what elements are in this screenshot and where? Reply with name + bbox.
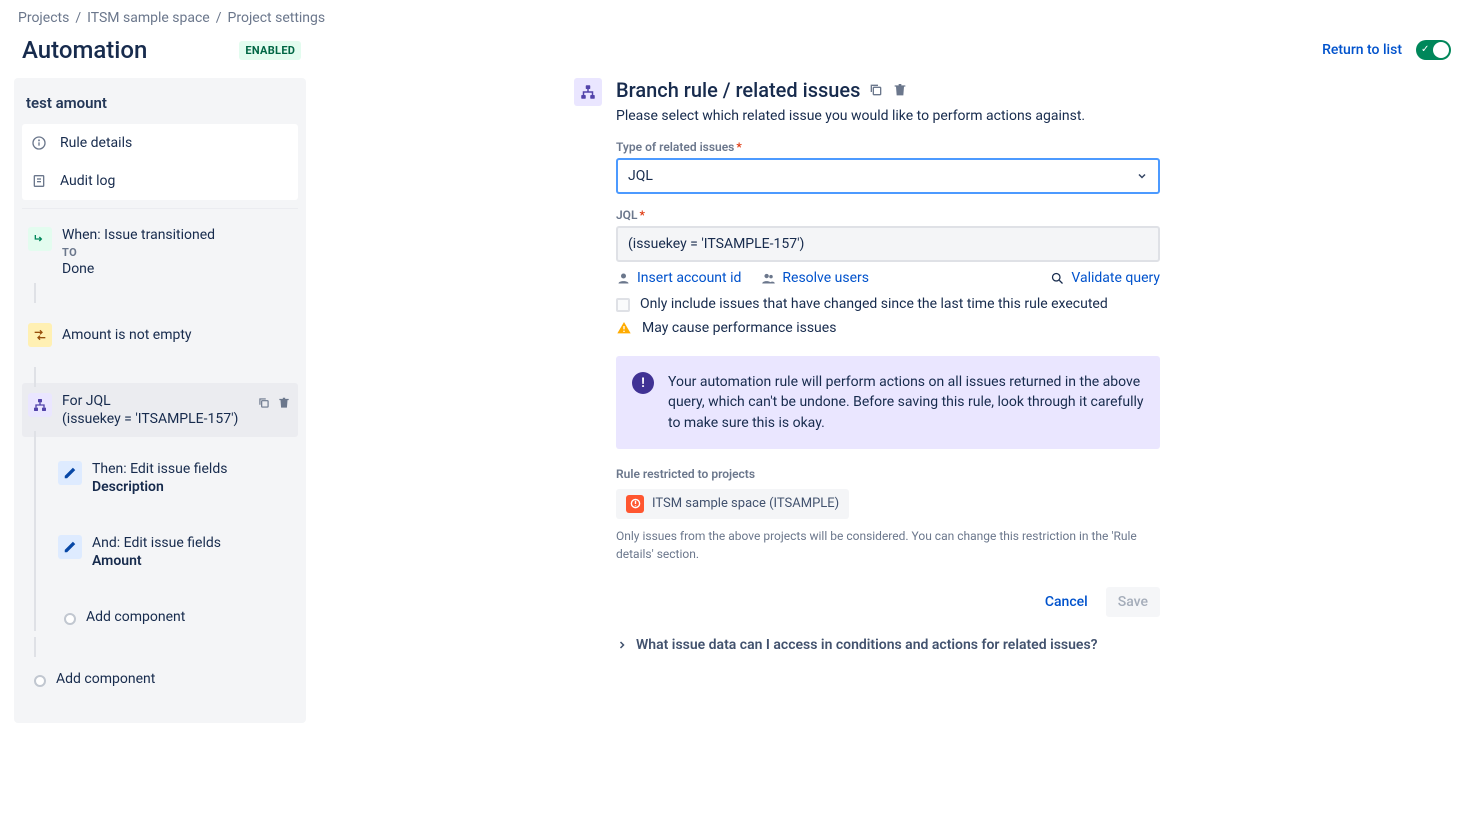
warning-icon [616, 320, 632, 336]
info-text: Your automation rule will perform action… [668, 372, 1144, 433]
insert-account-link[interactable]: Insert account id [616, 270, 741, 286]
action-edit-description[interactable]: Then: Edit issue fields Description [52, 443, 298, 505]
add-component-outer[interactable]: Add component [22, 653, 298, 697]
restricted-helper: Only issues from the above projects will… [616, 527, 1160, 563]
jql-label: JQL* [616, 208, 1160, 222]
rule-details-label: Rule details [60, 135, 132, 151]
type-select[interactable]: JQL [616, 158, 1160, 194]
breadcrumb: Projects / ITSM sample space / Project s… [14, 10, 1459, 26]
add-component-inner-label: Add component [86, 609, 292, 625]
breadcrumb-sep: / [75, 10, 81, 26]
project-chip-label: ITSM sample space (ITSAMPLE) [652, 496, 839, 511]
branch-card[interactable]: For JQL (issuekey = 'ITSAMPLE-157') [22, 383, 298, 437]
info-panel: ! Your automation rule will perform acti… [616, 356, 1160, 449]
return-to-list-link[interactable]: Return to list [1322, 42, 1402, 58]
copy-icon[interactable] [868, 82, 884, 98]
validate-query-link[interactable]: Validate query [1050, 270, 1160, 286]
project-icon [626, 495, 644, 513]
pencil-icon [58, 461, 82, 485]
detail-description: Please select which related issue you wo… [616, 108, 1196, 124]
breadcrumb-projects[interactable]: Projects [18, 10, 69, 26]
trigger-sub: TO [62, 246, 292, 259]
rule-details-link[interactable]: Rule details [22, 124, 298, 162]
rule-name: test amount [14, 78, 306, 124]
project-chip: ITSM sample space (ITSAMPLE) [616, 489, 849, 519]
branch-icon [574, 78, 602, 106]
user-icon [616, 271, 631, 286]
condition-title: Amount is not empty [62, 327, 292, 343]
chevron-right-icon [616, 639, 628, 651]
action1-title: Then: Edit issue fields [92, 461, 292, 477]
perf-warning-text: May cause performance issues [642, 320, 836, 336]
trigger-value: Done [62, 261, 292, 277]
add-component-inner[interactable]: Add component [52, 591, 298, 635]
chevron-down-icon [1136, 170, 1148, 182]
trigger-title: When: Issue transitioned [62, 227, 292, 243]
audit-log-link[interactable]: Audit log [22, 162, 298, 200]
only-changed-checkbox[interactable] [616, 298, 630, 312]
pencil-icon [58, 535, 82, 559]
action-edit-amount[interactable]: And: Edit issue fields Amount [52, 517, 298, 579]
trigger-card[interactable]: When: Issue transitioned TO Done [22, 217, 298, 287]
list-icon [30, 172, 48, 190]
info-icon: ! [632, 372, 654, 394]
rule-sidebar: test amount Rule details Audit log [14, 78, 306, 723]
rule-enabled-toggle[interactable]: ✓ [1416, 40, 1451, 60]
save-button: Save [1106, 587, 1160, 617]
type-value: JQL [628, 168, 653, 184]
breadcrumb-space[interactable]: ITSM sample space [87, 10, 210, 26]
page-title: Automation [22, 36, 147, 64]
circle-icon [34, 675, 46, 687]
branch-value: (issuekey = 'ITSAMPLE-157') [62, 411, 246, 427]
expand-help[interactable]: What issue data can I access in conditio… [616, 637, 1160, 653]
jql-input-wrapper[interactable] [616, 226, 1160, 262]
trash-icon[interactable] [892, 82, 908, 98]
condition-icon [28, 323, 52, 347]
resolve-users-link[interactable]: Resolve users [761, 270, 869, 286]
expand-help-label: What issue data can I access in conditio… [636, 637, 1098, 653]
action2-title: And: Edit issue fields [92, 535, 292, 551]
breadcrumb-sep: / [216, 10, 222, 26]
detail-title: Branch rule / related issues [616, 78, 860, 102]
cancel-button[interactable]: Cancel [1033, 587, 1100, 617]
users-icon [761, 271, 776, 286]
branch-icon [28, 393, 52, 417]
info-icon [30, 134, 48, 152]
circle-icon [64, 613, 76, 625]
restricted-label: Rule restricted to projects [616, 467, 1160, 481]
copy-icon[interactable] [256, 395, 272, 411]
status-badge: ENABLED [239, 41, 301, 60]
page-header: Automation ENABLED Return to list ✓ [14, 36, 1459, 64]
trash-icon[interactable] [276, 395, 292, 411]
type-label: Type of related issues* [616, 140, 1160, 154]
check-icon: ✓ [1421, 44, 1429, 56]
breadcrumb-settings[interactable]: Project settings [228, 10, 326, 26]
detail-panel: Branch rule / related issues Please sele… [326, 78, 1196, 659]
action2-field: Amount [92, 553, 292, 569]
action1-field: Description [92, 479, 292, 495]
only-changed-label: Only include issues that have changed si… [640, 296, 1108, 312]
branch-title: For JQL [62, 393, 246, 409]
transition-icon [28, 227, 52, 251]
add-component-outer-label: Add component [56, 671, 292, 687]
audit-log-label: Audit log [60, 173, 115, 189]
jql-input[interactable] [628, 236, 1148, 252]
search-icon [1050, 271, 1065, 286]
condition-card[interactable]: Amount is not empty [22, 299, 298, 371]
